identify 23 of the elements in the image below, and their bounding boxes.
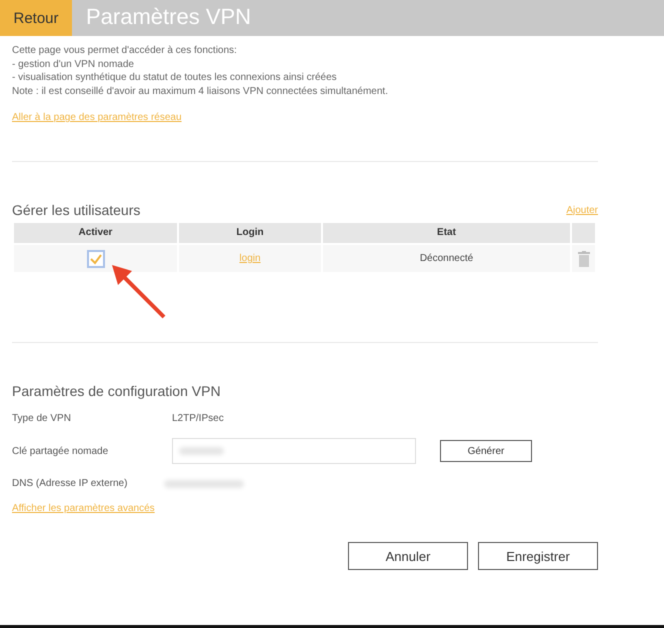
trash-icon[interactable] xyxy=(578,250,590,266)
action-button[interactable]: Annuler xyxy=(348,542,468,570)
column-header: Login xyxy=(179,223,321,243)
field-label: DNS (Adresse IP externe) xyxy=(12,478,128,489)
generate-button[interactable]: Générer xyxy=(440,440,532,462)
checkbox[interactable] xyxy=(86,250,104,268)
redacted-value xyxy=(179,447,224,455)
column-header: Activer xyxy=(14,223,177,243)
intro-text: - visualisation synthétique du statut de toutes les connexions ainsi créées xyxy=(12,71,338,84)
table-cell: Déconnecté xyxy=(420,253,474,264)
input-field[interactable] xyxy=(172,438,416,464)
intro-text: Cette page vous permet d'accéder à ces fonctions: xyxy=(12,44,238,58)
back-button[interactable]: Retour xyxy=(0,0,72,36)
column-header xyxy=(572,223,595,243)
field-value: L2TP/IPsec xyxy=(172,413,224,424)
action-button[interactable]: Enregistrer xyxy=(478,542,598,570)
field-label: Clé partagée nomade xyxy=(12,446,110,456)
column-header: Etat xyxy=(323,223,570,243)
intro-text: Note : il est conseillé d'avoir au maximum 4 liaisons VPN connectées simultanément. xyxy=(12,84,389,98)
field-label: Type de VPN xyxy=(12,413,72,424)
section-title: Gérer les utilisateurs xyxy=(12,202,140,218)
intro-text: - gestion d'un VPN nomade xyxy=(12,58,135,71)
section-title: Paramètres de configuration VPN xyxy=(12,383,222,399)
